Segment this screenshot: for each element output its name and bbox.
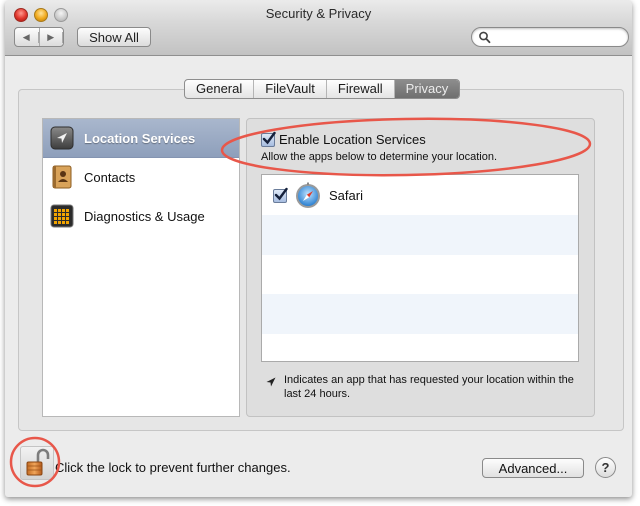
- forward-arrow-icon: ▶: [40, 31, 63, 43]
- sidebar-item-label: Diagnostics & Usage: [84, 208, 205, 224]
- location-arrow-icon: [266, 377, 276, 387]
- unlocked-padlock-icon: [26, 448, 50, 476]
- enable-location-services-checkbox[interactable]: [261, 131, 276, 147]
- app-name: Safari: [329, 188, 363, 203]
- sidebar-item-contacts[interactable]: Contacts: [43, 158, 239, 196]
- search-field[interactable]: [471, 27, 629, 47]
- location-services-description: Allow the apps below to determine your l…: [261, 151, 498, 163]
- help-button[interactable]: ?: [595, 457, 616, 478]
- tab-bar: General FileVault Firewall Privacy: [184, 79, 461, 99]
- location-request-note: Indicates an app that has requested your…: [284, 374, 574, 400]
- back-forward-control: ◀ ▶: [14, 27, 64, 47]
- back-button[interactable]: ◀: [15, 28, 40, 46]
- diagnostics-grid-icon: [50, 204, 74, 228]
- security-privacy-window: Security & Privacy ◀ ▶ Show All General …: [5, 0, 632, 497]
- enable-location-services-row: Enable Location Services: [261, 131, 426, 147]
- forward-button[interactable]: ▶: [40, 28, 63, 46]
- checkmark-icon: [262, 131, 276, 144]
- sidebar-item-label: Location Services: [84, 130, 196, 146]
- empty-list-row: [262, 333, 578, 361]
- search-icon: [479, 31, 491, 44]
- tab-general[interactable]: General: [185, 80, 255, 98]
- contacts-book-icon: [52, 165, 72, 189]
- tab-filevault[interactable]: FileVault: [254, 80, 327, 98]
- tab-privacy[interactable]: Privacy: [394, 80, 460, 98]
- app-enable-checkbox[interactable]: [273, 187, 288, 203]
- privacy-sidebar: Location Services Contacts Diagnostics &…: [42, 118, 240, 417]
- empty-list-row: [262, 294, 578, 334]
- location-services-panel: Enable Location Services Allow the apps …: [246, 118, 595, 417]
- lock-instruction-text: Click the lock to prevent further change…: [55, 460, 291, 475]
- sidebar-item-diagnostics-usage[interactable]: Diagnostics & Usage: [43, 197, 239, 235]
- title-bar: Security & Privacy ◀ ▶ Show All: [5, 0, 632, 56]
- advanced-button[interactable]: Advanced...: [482, 458, 584, 478]
- enable-location-services-label[interactable]: Enable Location Services: [279, 132, 426, 147]
- tab-firewall[interactable]: Firewall: [327, 80, 395, 98]
- app-list: Safari: [261, 174, 579, 362]
- window-title: Security & Privacy: [265, 6, 372, 21]
- back-arrow-icon: ◀: [15, 31, 39, 43]
- safari-compass-icon: [296, 182, 320, 208]
- location-arrow-icon: [50, 126, 74, 150]
- empty-list-row: [262, 215, 578, 255]
- preferences-content: General FileVault Firewall Privacy Locat…: [5, 56, 632, 497]
- lock-button[interactable]: [20, 446, 54, 480]
- list-item: Safari: [262, 175, 578, 215]
- empty-list-row: [262, 255, 578, 295]
- sidebar-item-label: Contacts: [84, 169, 136, 185]
- show-all-button[interactable]: Show All: [77, 27, 151, 47]
- sidebar-item-location-services[interactable]: Location Services: [43, 119, 239, 158]
- checkmark-icon: [274, 187, 288, 201]
